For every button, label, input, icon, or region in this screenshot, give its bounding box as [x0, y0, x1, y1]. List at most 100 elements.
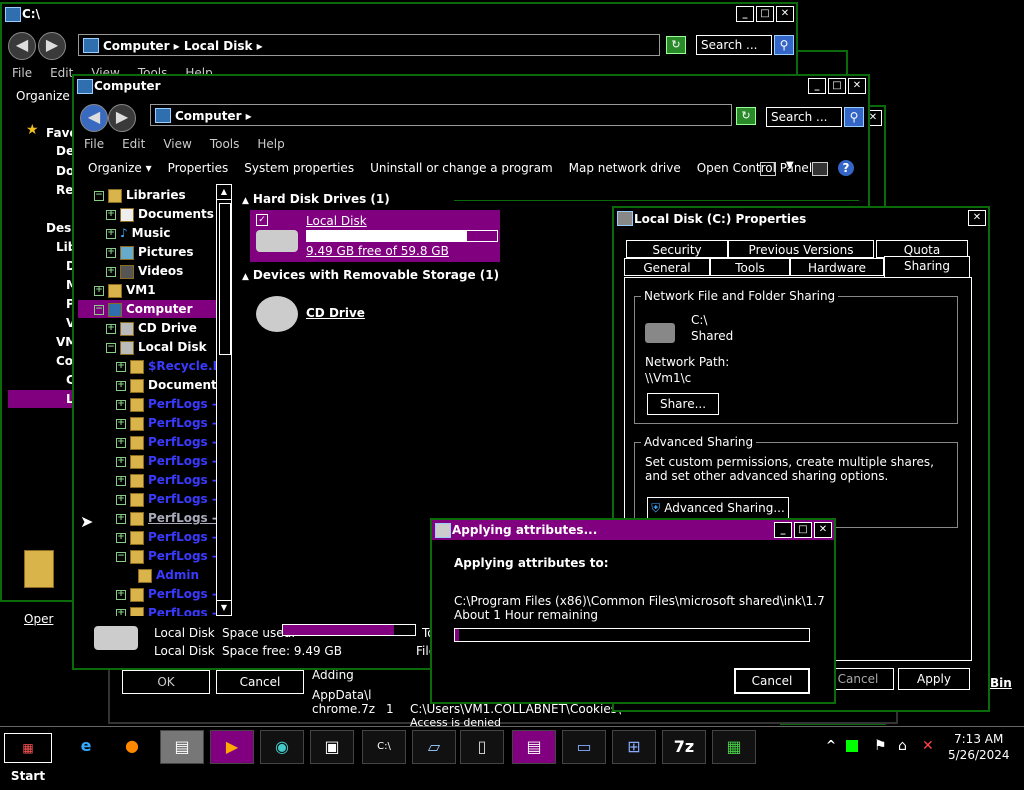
preview-pane-icon[interactable] [812, 162, 828, 176]
firefox-icon[interactable]: ● [110, 730, 154, 764]
removable-header[interactable]: ▲ Devices with Removable Storage (1) [242, 268, 499, 282]
disk-utility-icon[interactable]: ▣ [310, 730, 354, 764]
tree-perflogs-11[interactable]: + PerfLogs - [116, 604, 216, 616]
green-status-icon[interactable] [846, 740, 858, 752]
clock-time[interactable]: 7:13 AM [954, 732, 1003, 746]
back-tree-local[interactable]: L [8, 390, 78, 408]
applying-attributes-titlebar[interactable]: Applying attributes... _ □ ✕ [432, 520, 834, 540]
tree-perflogs-6[interactable]: + PerfLogs - [116, 490, 216, 508]
document-icon[interactable]: ▯ [460, 730, 504, 764]
tree-music[interactable]: + ♪ Music [106, 224, 171, 242]
network-settings-icon[interactable]: ⊞ [612, 730, 656, 764]
maximize-button[interactable]: □ [828, 78, 846, 94]
search-icon[interactable]: ⚲ [774, 35, 794, 55]
menu-help[interactable]: Help [257, 137, 284, 151]
menu-edit[interactable]: Edit [50, 66, 73, 80]
tree-local-disk[interactable]: − Local Disk [106, 338, 207, 356]
hard-disk-header[interactable]: ▲ Hard Disk Drives (1) [242, 192, 390, 206]
maximize-button[interactable]: □ [794, 522, 812, 538]
minimize-button[interactable]: _ [808, 78, 826, 94]
notepad-icon[interactable]: ▱ [412, 730, 456, 764]
task-manager-icon[interactable]: ▦ [712, 730, 756, 764]
tree-libraries[interactable]: − Libraries [94, 186, 186, 204]
tab-tools[interactable]: Tools [710, 258, 790, 276]
chat-icon[interactable]: ◉ [260, 730, 304, 764]
tab-security[interactable]: Security [626, 240, 728, 258]
properties-apply-button[interactable]: Apply [898, 668, 970, 690]
menu-view[interactable]: View [163, 137, 191, 151]
start-button[interactable]: ▦ Start [4, 733, 52, 783]
tree-admin[interactable]: Admin [138, 566, 199, 584]
tree-scrollbar[interactable]: ▲ ▼ [216, 184, 232, 616]
menu-tools[interactable]: Tools [210, 137, 240, 151]
computer-window-titlebar[interactable]: Computer _ □ ✕ [74, 76, 868, 96]
tree-perflogs-4[interactable]: + PerfLogs - [116, 452, 216, 470]
drive-tool-icon[interactable]: ▤ [512, 730, 556, 764]
properties-button[interactable]: Properties [168, 161, 229, 175]
window-manager-icon[interactable]: ▭ [562, 730, 606, 764]
tree-perflogs-5[interactable]: + PerfLogs - [116, 471, 216, 489]
tree-perflogs-1[interactable]: + PerfLogs - [116, 395, 216, 413]
back-arrow-icon[interactable]: ◀ [80, 104, 108, 132]
system-properties-button[interactable]: System properties [244, 161, 354, 175]
search-input[interactable]: Search ... [766, 107, 842, 127]
share-button[interactable]: Share... [647, 393, 719, 415]
volume-muted-icon[interactable]: ✕ [922, 738, 934, 754]
close-button[interactable]: ✕ [814, 522, 832, 538]
menu-edit[interactable]: Edit [122, 137, 145, 151]
tree-videos[interactable]: + Videos [106, 262, 183, 280]
tree-cd-drive[interactable]: + CD Drive [106, 319, 197, 337]
refresh-icon[interactable]: ↻ [666, 36, 686, 54]
menu-file[interactable]: File [12, 66, 32, 80]
tree-perflogs-8[interactable]: + PerfLogs - [116, 528, 216, 546]
tree-perflogs-9[interactable]: − PerfLogs - [116, 547, 216, 565]
view-options-icon[interactable] [760, 162, 776, 176]
back-arrow-icon[interactable]: ◀ [8, 32, 36, 60]
tab-general[interactable]: General [624, 258, 710, 276]
minimize-button[interactable]: _ [774, 522, 792, 538]
local-disk-tile[interactable]: ✓ Local Disk 9.49 GB free of 59.8 GB [250, 210, 500, 262]
tab-sharing[interactable]: Sharing [884, 256, 970, 278]
back-window-titlebar[interactable]: C:\ _ □ ✕ [2, 4, 796, 24]
close-button[interactable]: ✕ [776, 6, 794, 22]
seven-zip-icon[interactable]: 7z [662, 730, 706, 764]
tree-perflogs-2[interactable]: + PerfLogs - [116, 414, 216, 432]
organize-button[interactable]: Organize ▾ [88, 161, 152, 175]
tab-hardware[interactable]: Hardware [790, 258, 884, 276]
back-organize-button[interactable]: Organize [16, 89, 70, 103]
tree-computer[interactable]: − Computer [78, 300, 216, 318]
command-prompt-icon[interactable]: C:\ [362, 730, 406, 764]
maximize-button[interactable]: □ [756, 6, 774, 22]
open-control-panel-button[interactable]: Open Control Panel [697, 161, 812, 175]
flag-icon[interactable]: ⚑ [874, 738, 887, 754]
ok-button[interactable]: OK [122, 670, 210, 694]
address-bar[interactable]: Computer ▸ [150, 104, 732, 126]
media-player-icon[interactable]: ▶ [210, 730, 254, 764]
tree-perflogs-7[interactable]: + PerfLogs - [116, 509, 216, 527]
search-icon[interactable]: ⚲ [844, 107, 864, 127]
tree-perflogs-3[interactable]: + PerfLogs - [116, 433, 216, 451]
scroll-up-icon[interactable]: ▲ [217, 185, 231, 200]
back-search-input[interactable]: Search ... [696, 35, 772, 55]
network-icon[interactable]: ⌂ [898, 738, 907, 754]
background-cancel-button[interactable]: Cancel [216, 670, 304, 694]
checkbox[interactable]: ✓ [256, 214, 268, 226]
tree-documents[interactable]: + Documents [106, 205, 214, 223]
applying-attributes-cancel-button[interactable]: Cancel [734, 668, 810, 694]
close-button[interactable]: ✕ [968, 210, 986, 226]
tree-pictures[interactable]: + Pictures [106, 243, 194, 261]
help-icon[interactable]: ? [838, 160, 854, 176]
back-address-bar[interactable]: Computer ▸ Local Disk ▸ [78, 34, 660, 56]
forward-arrow-icon[interactable]: ▶ [38, 32, 66, 60]
tree-perflogs-10[interactable]: + PerfLogs - [116, 585, 216, 603]
forward-arrow-icon[interactable]: ▶ [108, 104, 136, 132]
close-button[interactable]: ✕ [848, 78, 866, 94]
internet-explorer-icon[interactable]: e [64, 730, 108, 764]
minimize-button[interactable]: _ [736, 6, 754, 22]
tree-documents-folder[interactable]: +Documents [116, 376, 216, 394]
file-explorer-icon[interactable]: ▤ [160, 730, 204, 764]
tree-vm1[interactable]: + VM1 [94, 281, 156, 299]
recycle-bin-label[interactable]: Bin [990, 676, 1012, 690]
clock-date[interactable]: 5/26/2024 [948, 748, 1010, 762]
show-hidden-icons[interactable]: ^ [826, 738, 836, 752]
